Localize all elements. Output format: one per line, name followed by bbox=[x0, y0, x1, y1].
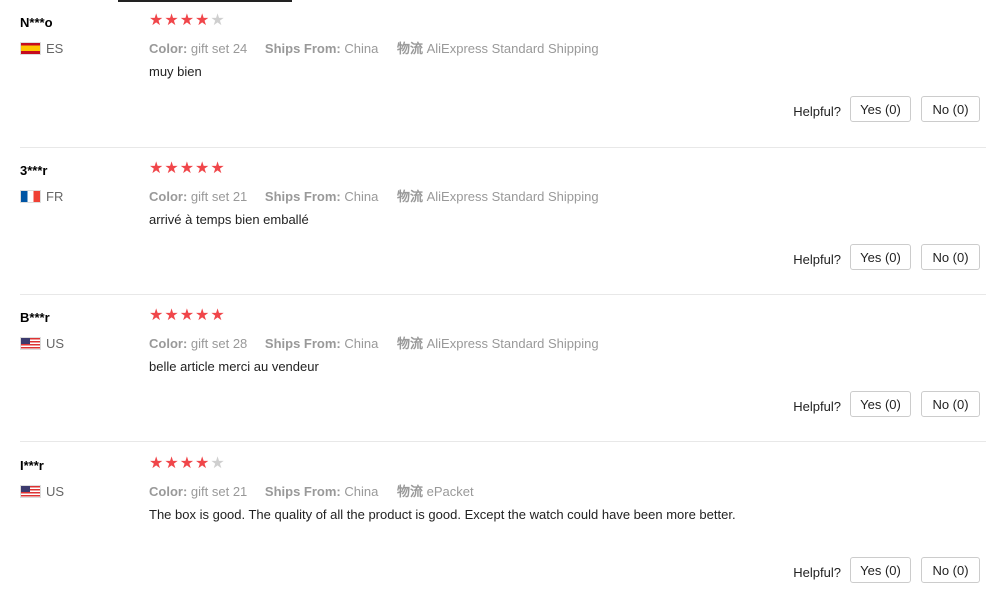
star-filled-icon: ★ bbox=[210, 160, 226, 177]
reviewer-name: B***r bbox=[20, 310, 50, 325]
review-item: I***r US ★★★★★ Color: gift set 21 Ships … bbox=[0, 456, 986, 594]
ships-from-label: Ships From: bbox=[264, 336, 341, 351]
star-filled-icon: ★ bbox=[149, 455, 165, 472]
usa-flag-icon bbox=[20, 337, 41, 350]
helpful-section: Helpful? Yes (0) No (0) bbox=[793, 391, 980, 417]
helpful-yes-button[interactable]: Yes (0) bbox=[850, 244, 911, 270]
country-code: ES bbox=[46, 41, 64, 56]
star-filled-icon: ★ bbox=[149, 160, 165, 177]
star-filled-icon: ★ bbox=[149, 12, 165, 29]
star-rating: ★★★★★ bbox=[149, 456, 226, 472]
france-flag-icon bbox=[20, 190, 41, 203]
review-meta: Color: gift set 21 Ships From: China 物流 … bbox=[149, 186, 599, 205]
shipping-label: 物流 bbox=[396, 41, 423, 56]
color-value: gift set 24 bbox=[190, 41, 248, 56]
helpful-no-button[interactable]: No (0) bbox=[921, 391, 980, 417]
star-filled-icon: ★ bbox=[210, 307, 226, 324]
review-meta: Color: gift set 21 Ships From: China 物流 … bbox=[149, 481, 474, 500]
review-meta: Color: gift set 24 Ships From: China 物流 … bbox=[149, 38, 599, 57]
star-filled-icon: ★ bbox=[195, 455, 211, 472]
review-divider bbox=[20, 147, 986, 148]
country-code: US bbox=[46, 484, 65, 499]
helpful-no-button[interactable]: No (0) bbox=[921, 96, 980, 122]
review-text: muy bien bbox=[149, 64, 202, 79]
helpful-no-button[interactable]: No (0) bbox=[921, 244, 980, 270]
color-label: Color: bbox=[149, 189, 188, 204]
helpful-section: Helpful? Yes (0) No (0) bbox=[793, 244, 980, 270]
helpful-yes-button[interactable]: Yes (0) bbox=[850, 391, 911, 417]
helpful-yes-button[interactable]: Yes (0) bbox=[850, 96, 911, 122]
color-label: Color: bbox=[149, 484, 188, 499]
helpful-label: Helpful? bbox=[793, 103, 841, 119]
ships-from-value: China bbox=[344, 484, 379, 499]
color-label: Color: bbox=[149, 41, 188, 56]
helpful-label: Helpful? bbox=[793, 564, 841, 580]
review-item: 3***r FR ★★★★★ Color: gift set 21 Ships … bbox=[0, 161, 986, 295]
review-text: belle article merci au vendeur bbox=[149, 359, 319, 374]
helpful-section: Helpful? Yes (0) No (0) bbox=[793, 96, 980, 122]
review-divider bbox=[20, 441, 986, 442]
reviewer-country: US bbox=[20, 336, 64, 351]
review-text: The box is good. The quality of all the … bbox=[149, 507, 736, 522]
color-label: Color: bbox=[149, 336, 188, 351]
ships-from-label: Ships From: bbox=[264, 484, 341, 499]
review-divider bbox=[20, 294, 986, 295]
star-filled-icon: ★ bbox=[149, 307, 165, 324]
shipping-value: ePacket bbox=[426, 484, 474, 499]
usa-flag-icon bbox=[20, 485, 41, 498]
helpful-yes-button[interactable]: Yes (0) bbox=[850, 557, 911, 583]
spain-flag-icon bbox=[20, 42, 41, 55]
review-item: B***r US ★★★★★ Color: gift set 28 Ships … bbox=[0, 308, 986, 442]
star-filled-icon: ★ bbox=[164, 160, 180, 177]
ships-from-label: Ships From: bbox=[264, 41, 341, 56]
reviewer-name: 3***r bbox=[20, 163, 48, 178]
star-filled-icon: ★ bbox=[195, 160, 211, 177]
reviewer-name: I***r bbox=[20, 458, 44, 473]
star-filled-icon: ★ bbox=[179, 160, 196, 177]
reviewer-name: N***o bbox=[20, 15, 53, 30]
star-rating: ★★★★★ bbox=[149, 13, 226, 29]
active-tab-indicator bbox=[118, 0, 292, 2]
country-code: US bbox=[46, 336, 65, 351]
star-filled-icon: ★ bbox=[179, 455, 196, 472]
review-item: N***o ES ★★★★★ Color: gift set 24 Ships … bbox=[0, 13, 986, 148]
color-value: gift set 21 bbox=[190, 484, 248, 499]
star-filled-icon: ★ bbox=[195, 12, 211, 29]
star-filled-icon: ★ bbox=[164, 307, 180, 324]
color-value: gift set 21 bbox=[190, 189, 248, 204]
ships-from-label: Ships From: bbox=[264, 189, 341, 204]
star-filled-icon: ★ bbox=[179, 307, 196, 324]
star-rating: ★★★★★ bbox=[149, 308, 226, 324]
star-filled-icon: ★ bbox=[179, 12, 196, 29]
shipping-label: 物流 bbox=[396, 336, 423, 351]
helpful-label: Helpful? bbox=[793, 398, 841, 414]
star-filled-icon: ★ bbox=[195, 307, 211, 324]
review-meta: Color: gift set 28 Ships From: China 物流 … bbox=[149, 333, 599, 352]
helpful-no-button[interactable]: No (0) bbox=[921, 557, 980, 583]
helpful-section: Helpful? Yes (0) No (0) bbox=[793, 557, 980, 583]
ships-from-value: China bbox=[344, 189, 379, 204]
review-text: arrivé à temps bien emballé bbox=[149, 212, 309, 227]
shipping-value: AliExpress Standard Shipping bbox=[426, 336, 599, 351]
reviewer-country: FR bbox=[20, 189, 63, 204]
star-empty-icon: ★ bbox=[210, 12, 226, 29]
ships-from-value: China bbox=[344, 336, 379, 351]
star-empty-icon: ★ bbox=[210, 455, 226, 472]
star-rating: ★★★★★ bbox=[149, 161, 226, 177]
ships-from-value: China bbox=[344, 41, 379, 56]
reviewer-country: ES bbox=[20, 41, 63, 56]
country-code: FR bbox=[46, 189, 64, 204]
star-filled-icon: ★ bbox=[164, 455, 180, 472]
reviewer-country: US bbox=[20, 484, 64, 499]
shipping-value: AliExpress Standard Shipping bbox=[426, 41, 599, 56]
star-filled-icon: ★ bbox=[164, 12, 180, 29]
color-value: gift set 28 bbox=[190, 336, 248, 351]
shipping-label: 物流 bbox=[396, 484, 423, 499]
helpful-label: Helpful? bbox=[793, 251, 841, 267]
shipping-label: 物流 bbox=[396, 189, 423, 204]
shipping-value: AliExpress Standard Shipping bbox=[426, 189, 599, 204]
